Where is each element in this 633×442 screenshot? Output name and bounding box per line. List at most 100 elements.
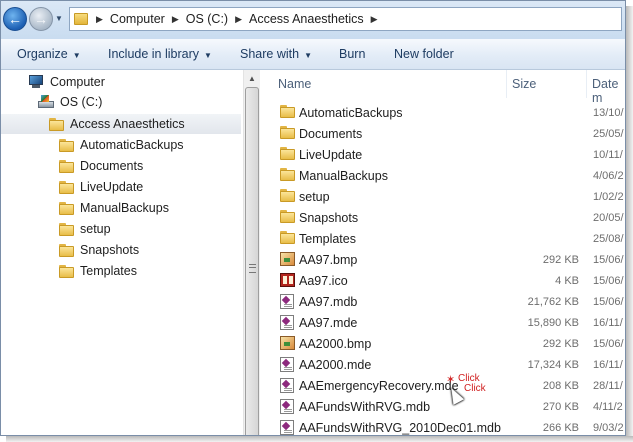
file-row[interactable]: ManualBackups 4/06/2 <box>260 165 625 186</box>
tree-item-subfolder[interactable]: setup <box>59 219 111 239</box>
file-name: Aa97.ico <box>299 274 348 288</box>
file-row[interactable]: Templates 25/08/ <box>260 228 625 249</box>
folder-icon <box>59 159 74 173</box>
tree-item-subfolder[interactable]: Snapshots <box>59 240 139 260</box>
tree-item-label: Computer <box>50 75 105 89</box>
file-date: 13/10/ <box>593 107 624 119</box>
file-row[interactable]: Snapshots 20/05/ <box>260 207 625 228</box>
column-header-size[interactable]: Size <box>512 77 536 91</box>
file-date: 15/06/ <box>593 338 624 350</box>
file-row[interactable]: AAEmergencyRecovery.mde 208 KB 28/11/ <box>260 375 625 396</box>
file-size: 15,890 KB <box>527 317 579 329</box>
file-row[interactable]: AAFundsWithRVG_2010Dec01.mdb 266 KB 9/03/2 <box>260 417 625 435</box>
scroll-up-button[interactable]: ▲ <box>244 70 260 86</box>
chevron-right-icon[interactable]: ▶ <box>371 14 378 25</box>
file-row[interactable]: AA97.mdb 21,762 KB 15/06/ <box>260 291 625 312</box>
file-date: 15/06/ <box>593 296 624 308</box>
organize-label: Organize <box>17 47 68 61</box>
new-folder-button[interactable]: New folder <box>394 47 454 61</box>
chevron-right-icon[interactable]: ▶ <box>172 14 179 25</box>
file-name: AA97.bmp <box>299 253 358 267</box>
back-button[interactable]: ← <box>3 7 27 31</box>
arrow-left-icon: ← <box>8 11 22 27</box>
chevron-down-icon: ▼ <box>55 14 63 23</box>
folder-icon <box>280 210 295 223</box>
include-in-library-button[interactable]: Include in library ▼ <box>108 47 212 61</box>
file-date: 4/06/2 <box>593 170 624 182</box>
tree-item-label: Templates <box>80 264 137 278</box>
database-file-icon <box>280 399 294 414</box>
organize-button[interactable]: Organize ▼ <box>17 47 81 61</box>
share-with-button[interactable]: Share with ▼ <box>240 47 312 61</box>
column-divider[interactable] <box>506 70 507 98</box>
tree-item-subfolder[interactable]: LiveUpdate <box>59 177 143 197</box>
folder-icon <box>59 180 74 194</box>
tree-item-drive[interactable]: OS (C:) <box>38 92 102 112</box>
navigation-scrollbar[interactable]: ▲ <box>243 70 260 435</box>
window-shadow-bottom <box>6 436 633 442</box>
tree-item-label: setup <box>80 222 111 236</box>
recent-pages-button[interactable]: ▼ <box>55 14 65 24</box>
file-row[interactable]: Documents 25/05/ <box>260 123 625 144</box>
database-file-icon <box>280 294 294 309</box>
file-row[interactable]: AA97.bmp 292 KB 15/06/ <box>260 249 625 270</box>
breadcrumb-folder[interactable]: Access Anaesthetics <box>249 12 364 26</box>
tree-item-computer[interactable]: Computer <box>28 72 105 92</box>
chevron-down-icon: ▼ <box>204 51 212 60</box>
file-row[interactable]: AAFundsWithRVG.mdb 270 KB 4/11/2 <box>260 396 625 417</box>
command-bar: Organize ▼ Include in library ▼ Share with… <box>1 39 625 70</box>
file-size: 208 KB <box>542 380 579 392</box>
image-file-icon <box>280 336 295 350</box>
file-date: 16/11/ <box>593 317 623 329</box>
chevron-right-icon[interactable]: ▶ <box>235 14 242 25</box>
tree-item-subfolder[interactable]: AutomaticBackups <box>59 135 184 155</box>
file-row[interactable]: Aa97.ico 4 KB 15/06/ <box>260 270 625 291</box>
click-annotation-2: Click <box>464 383 486 394</box>
navigation-bar: ← → ▼ ▶ Computer ▶ OS (C:) ▶ Access Anae… <box>1 1 625 39</box>
file-name: AAFundsWithRVG_2010Dec01.mdb <box>299 421 501 435</box>
database-file-icon <box>280 315 294 330</box>
chevron-up-icon: ▲ <box>248 73 256 83</box>
icon-file-icon <box>280 273 295 287</box>
tree-item-subfolder[interactable]: Documents <box>59 156 143 176</box>
file-name: Snapshots <box>299 211 359 225</box>
grip-icon <box>249 264 256 273</box>
file-date: 9/03/2 <box>593 422 624 434</box>
tree-item-label: LiveUpdate <box>80 180 144 194</box>
tree-item-subfolder[interactable]: ManualBackups <box>59 198 169 218</box>
share-with-label: Share with <box>240 47 300 61</box>
file-row[interactable]: AutomaticBackups 13/10/ <box>260 102 625 123</box>
chevron-down-icon: ▼ <box>304 51 312 60</box>
file-row[interactable]: LiveUpdate 10/11/ <box>260 144 625 165</box>
file-name: AA97.mde <box>299 316 358 330</box>
forward-button[interactable]: → <box>29 7 53 31</box>
file-row[interactable]: AA2000.bmp 292 KB 15/06/ <box>260 333 625 354</box>
folder-icon <box>280 126 295 139</box>
file-date: 1/02/2 <box>593 191 624 203</box>
chevron-down-icon: ▼ <box>72 51 81 60</box>
file-date: 25/08/ <box>593 233 624 245</box>
file-row[interactable]: AA97.mde 15,890 KB 16/11/ <box>260 312 625 333</box>
chevron-right-icon[interactable]: ▶ <box>96 14 103 25</box>
address-bar[interactable]: ▶ Computer ▶ OS (C:) ▶ Access Anaestheti… <box>69 7 622 31</box>
image-file-icon <box>280 252 295 266</box>
tree-item-access-anaesthetics[interactable]: Access Anaesthetics <box>1 114 241 134</box>
breadcrumb-drive[interactable]: OS (C:) <box>186 12 228 26</box>
file-name: AutomaticBackups <box>299 106 403 120</box>
tree-item-subfolder[interactable]: Templates <box>59 261 137 281</box>
burn-button[interactable]: Burn <box>339 47 365 61</box>
column-divider[interactable] <box>586 70 587 98</box>
tree-item-label: Snapshots <box>80 243 140 257</box>
file-date: 16/11/ <box>593 359 623 371</box>
column-header-name[interactable]: Name <box>278 77 311 91</box>
folder-icon <box>59 201 74 215</box>
computer-icon <box>28 75 44 89</box>
file-size: 266 KB <box>542 422 579 434</box>
scrollbar-thumb[interactable] <box>245 87 259 435</box>
file-name: setup <box>299 190 330 204</box>
file-row[interactable]: AA2000.mde 17,324 KB 16/11/ <box>260 354 625 375</box>
column-header-date[interactable]: Date m <box>592 77 625 105</box>
file-row[interactable]: setup 1/02/2 <box>260 186 625 207</box>
tree-item-label: OS (C:) <box>60 95 103 109</box>
breadcrumb-computer[interactable]: Computer <box>110 12 165 26</box>
